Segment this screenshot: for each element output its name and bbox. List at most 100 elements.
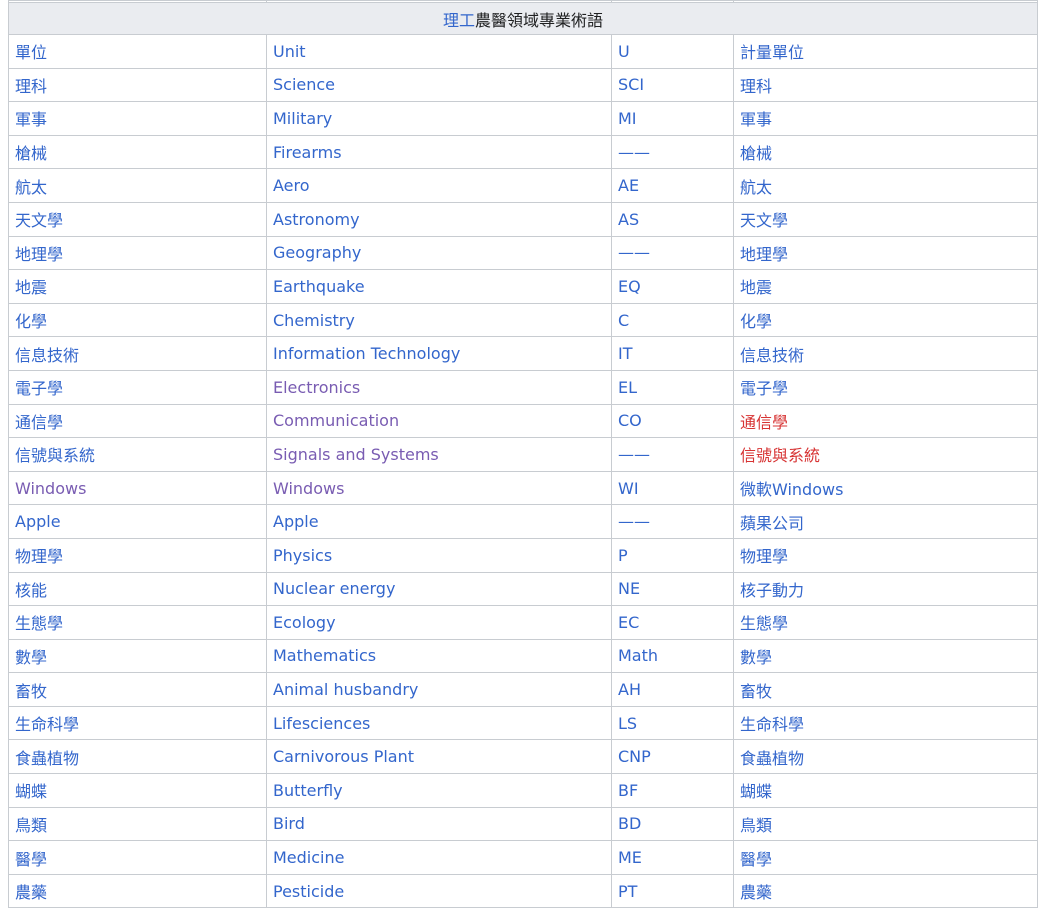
term-article[interactable]: 蝴蝶	[733, 773, 1038, 808]
term-chinese[interactable]: 通信學	[8, 403, 267, 439]
term-chinese[interactable]: 農藥	[8, 873, 267, 908]
term-english[interactable]: Communication	[266, 403, 612, 439]
term-article[interactable]: 物理學	[733, 537, 1038, 573]
term-chinese[interactable]: 天文學	[8, 201, 267, 237]
term-chinese[interactable]: Apple	[8, 504, 267, 539]
term-abbreviation[interactable]: LS	[611, 705, 734, 741]
term-abbreviation[interactable]: CO	[611, 403, 734, 439]
term-abbreviation[interactable]: IT	[611, 336, 734, 371]
term-abbreviation[interactable]: PT	[611, 873, 734, 908]
term-english[interactable]: Signals and Systems	[266, 437, 612, 472]
term-chinese[interactable]: 槍械	[8, 134, 267, 170]
term-abbreviation[interactable]: CNP	[611, 739, 734, 775]
term-english[interactable]: Military	[266, 101, 612, 136]
term-english[interactable]: Carnivorous Plant	[266, 739, 612, 775]
term-chinese[interactable]: 單位	[8, 34, 267, 69]
term-chinese[interactable]: 化學	[8, 302, 267, 338]
term-english[interactable]: Aero	[266, 168, 612, 203]
term-english[interactable]: Lifesciences	[266, 705, 612, 741]
term-article[interactable]: 食蟲植物	[733, 739, 1038, 775]
term-english[interactable]: Chemistry	[266, 302, 612, 338]
term-abbreviation[interactable]: AH	[611, 672, 734, 707]
term-chinese[interactable]: 信號與系統	[8, 437, 267, 472]
term-abbreviation[interactable]: BF	[611, 773, 734, 808]
term-abbreviation[interactable]: WI	[611, 470, 734, 506]
term-article[interactable]: 農藥	[733, 873, 1038, 908]
term-article[interactable]: 畜牧	[733, 672, 1038, 707]
term-abbreviation[interactable]: AS	[611, 201, 734, 237]
term-article[interactable]: 數學	[733, 638, 1038, 674]
term-english[interactable]: Ecology	[266, 605, 612, 640]
term-chinese[interactable]: 醫學	[8, 840, 267, 875]
term-article[interactable]: 地震	[733, 269, 1038, 304]
term-abbreviation[interactable]: EQ	[611, 269, 734, 304]
term-article[interactable]: 化學	[733, 302, 1038, 338]
term-abbreviation[interactable]: EL	[611, 369, 734, 405]
term-english[interactable]: Information Technology	[266, 336, 612, 371]
term-chinese[interactable]: 食蟲植物	[8, 739, 267, 775]
term-article[interactable]: 核子動力	[733, 571, 1038, 607]
term-english[interactable]: Bird	[266, 806, 612, 842]
term-abbreviation[interactable]: EC	[611, 605, 734, 640]
term-english[interactable]: Animal husbandry	[266, 672, 612, 707]
term-abbreviation[interactable]: Math	[611, 638, 734, 674]
term-article[interactable]: 軍事	[733, 101, 1038, 136]
title-link[interactable]: 理工	[443, 11, 475, 30]
term-english[interactable]: Astronomy	[266, 201, 612, 237]
term-english[interactable]: Science	[266, 67, 612, 103]
term-chinese[interactable]: 生態學	[8, 605, 267, 640]
term-chinese[interactable]: 電子學	[8, 369, 267, 405]
term-english[interactable]: Pesticide	[266, 873, 612, 908]
term-english[interactable]: Mathematics	[266, 638, 612, 674]
term-article[interactable]: 生命科學	[733, 705, 1038, 741]
term-chinese[interactable]: 軍事	[8, 101, 267, 136]
term-abbreviation[interactable]: MI	[611, 101, 734, 136]
term-article[interactable]: 信號與系統	[733, 437, 1038, 472]
term-article[interactable]: 航太	[733, 168, 1038, 203]
term-chinese[interactable]: 地理學	[8, 235, 267, 271]
term-chinese[interactable]: Windows	[8, 470, 267, 506]
term-abbreviation[interactable]: P	[611, 537, 734, 573]
term-english[interactable]: Electronics	[266, 369, 612, 405]
term-article[interactable]: 計量單位	[733, 34, 1038, 69]
term-article[interactable]: 理科	[733, 67, 1038, 103]
term-abbreviation[interactable]: AE	[611, 168, 734, 203]
term-english[interactable]: Apple	[266, 504, 612, 539]
term-english[interactable]: Physics	[266, 537, 612, 573]
term-chinese[interactable]: 蝴蝶	[8, 773, 267, 808]
term-chinese[interactable]: 畜牧	[8, 672, 267, 707]
term-chinese[interactable]: 信息技術	[8, 336, 267, 371]
term-chinese[interactable]: 鳥類	[8, 806, 267, 842]
term-chinese[interactable]: 航太	[8, 168, 267, 203]
term-chinese[interactable]: 生命科學	[8, 705, 267, 741]
term-article[interactable]: 地理學	[733, 235, 1038, 271]
term-article[interactable]: 鳥類	[733, 806, 1038, 842]
term-abbreviation[interactable]: BD	[611, 806, 734, 842]
term-article[interactable]: 信息技術	[733, 336, 1038, 371]
term-article[interactable]: 天文學	[733, 201, 1038, 237]
term-article[interactable]: 醫學	[733, 840, 1038, 875]
term-english[interactable]: Geography	[266, 235, 612, 271]
term-english[interactable]: Unit	[266, 34, 612, 69]
term-article[interactable]: 槍械	[733, 134, 1038, 170]
term-chinese[interactable]: 數學	[8, 638, 267, 674]
term-article[interactable]: 電子學	[733, 369, 1038, 405]
term-english[interactable]: Nuclear energy	[266, 571, 612, 607]
term-english[interactable]: Medicine	[266, 840, 612, 875]
term-chinese[interactable]: 地震	[8, 269, 267, 304]
term-article[interactable]: 通信學	[733, 403, 1038, 439]
term-article[interactable]: 生態學	[733, 605, 1038, 640]
term-article[interactable]: 微軟Windows	[733, 470, 1038, 506]
term-abbreviation[interactable]: NE	[611, 571, 734, 607]
term-chinese[interactable]: 物理學	[8, 537, 267, 573]
term-abbreviation[interactable]: U	[611, 34, 734, 69]
term-chinese[interactable]: 核能	[8, 571, 267, 607]
term-abbreviation[interactable]: ME	[611, 840, 734, 875]
term-chinese[interactable]: 理科	[8, 67, 267, 103]
term-abbreviation[interactable]: C	[611, 302, 734, 338]
term-abbreviation[interactable]: SCI	[611, 67, 734, 103]
term-english[interactable]: Butterfly	[266, 773, 612, 808]
term-english[interactable]: Earthquake	[266, 269, 612, 304]
term-english[interactable]: Windows	[266, 470, 612, 506]
term-english[interactable]: Firearms	[266, 134, 612, 170]
